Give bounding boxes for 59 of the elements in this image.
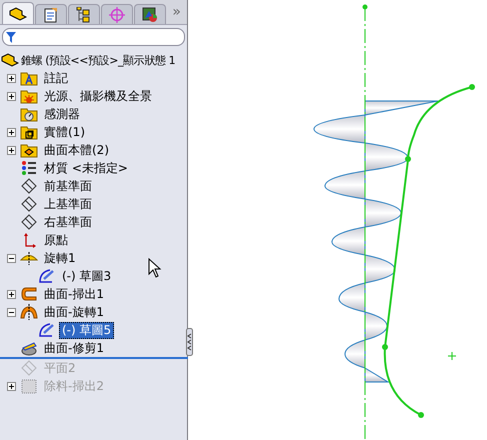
expand-icon[interactable] (7, 382, 16, 390)
tree-item[interactable]: (-) 草圖3 (59, 268, 114, 284)
collapse-icon[interactable] (7, 308, 16, 316)
hierarchy-icon (76, 6, 92, 22)
plane-icon (20, 214, 38, 230)
expand-icon[interactable] (7, 92, 16, 100)
panel-tab[interactable] (35, 4, 67, 24)
panel-tab[interactable] (2, 2, 34, 24)
collapse-handle[interactable] (186, 328, 193, 356)
display-icon (142, 6, 158, 22)
sketch-icon (38, 322, 56, 338)
folder-icon (20, 106, 38, 122)
cursor-icon (148, 258, 162, 278)
plane-icon (20, 196, 38, 212)
tree-item[interactable]: 原點 (41, 232, 71, 248)
cut-icon (20, 378, 38, 394)
more-tabs[interactable]: » (168, 4, 185, 20)
parts-icon (9, 6, 27, 22)
panel-tab[interactable] (134, 4, 166, 24)
tree-item[interactable]: 感測器 (41, 106, 83, 122)
trim-icon (20, 340, 38, 356)
expand-icon[interactable] (7, 74, 16, 82)
expand-icon[interactable] (7, 128, 16, 136)
revolve-icon (20, 304, 38, 320)
tree-item[interactable]: 光源、攝影機及全景 (41, 88, 155, 104)
tree-item[interactable]: 註記 (41, 70, 71, 86)
sweep-icon (20, 286, 38, 302)
tree-item[interactable]: 曲面本體(2) (41, 142, 112, 158)
filter-field[interactable] (2, 28, 185, 46)
tree-item[interactable]: 材質 <未指定> (41, 160, 131, 176)
tree-item[interactable]: (-) 草圖5 (59, 322, 114, 338)
material-icon (20, 160, 38, 176)
origin-marker (448, 352, 456, 360)
folder-icon (20, 70, 38, 86)
plane-icon (20, 178, 38, 194)
parts-icon (1, 52, 19, 68)
tree-item[interactable]: 曲面-修剪1 (41, 340, 107, 356)
centerline[interactable] (362, 4, 368, 440)
tree-item[interactable]: 旋轉1 (41, 250, 79, 266)
revolve-icon (20, 250, 38, 266)
plane-icon (20, 360, 38, 376)
crosshair-icon (109, 6, 125, 22)
folder-icon (20, 142, 38, 158)
tree-item[interactable]: 錐螺 (預設<<預設>_顯示狀態 1 (20, 52, 176, 68)
tree-item[interactable]: 右基準面 (41, 214, 95, 230)
folder-icon (20, 88, 38, 104)
tree-item[interactable]: 曲面-掃出1 (41, 286, 107, 302)
sketch-icon (38, 268, 56, 284)
collapse-icon[interactable] (7, 254, 16, 262)
expand-icon[interactable] (7, 146, 16, 154)
filter-icon (6, 32, 16, 42)
expand-icon[interactable] (7, 290, 16, 298)
tree-item[interactable]: 前基準面 (41, 178, 95, 194)
document-icon (43, 6, 59, 22)
folder-icon (20, 124, 38, 140)
tree-item[interactable]: 實體(1) (41, 124, 88, 140)
tree-item[interactable]: 上基準面 (41, 196, 95, 212)
panel-tab[interactable] (68, 4, 100, 24)
tree-item[interactable]: 曲面-旋轉1 (41, 304, 107, 320)
